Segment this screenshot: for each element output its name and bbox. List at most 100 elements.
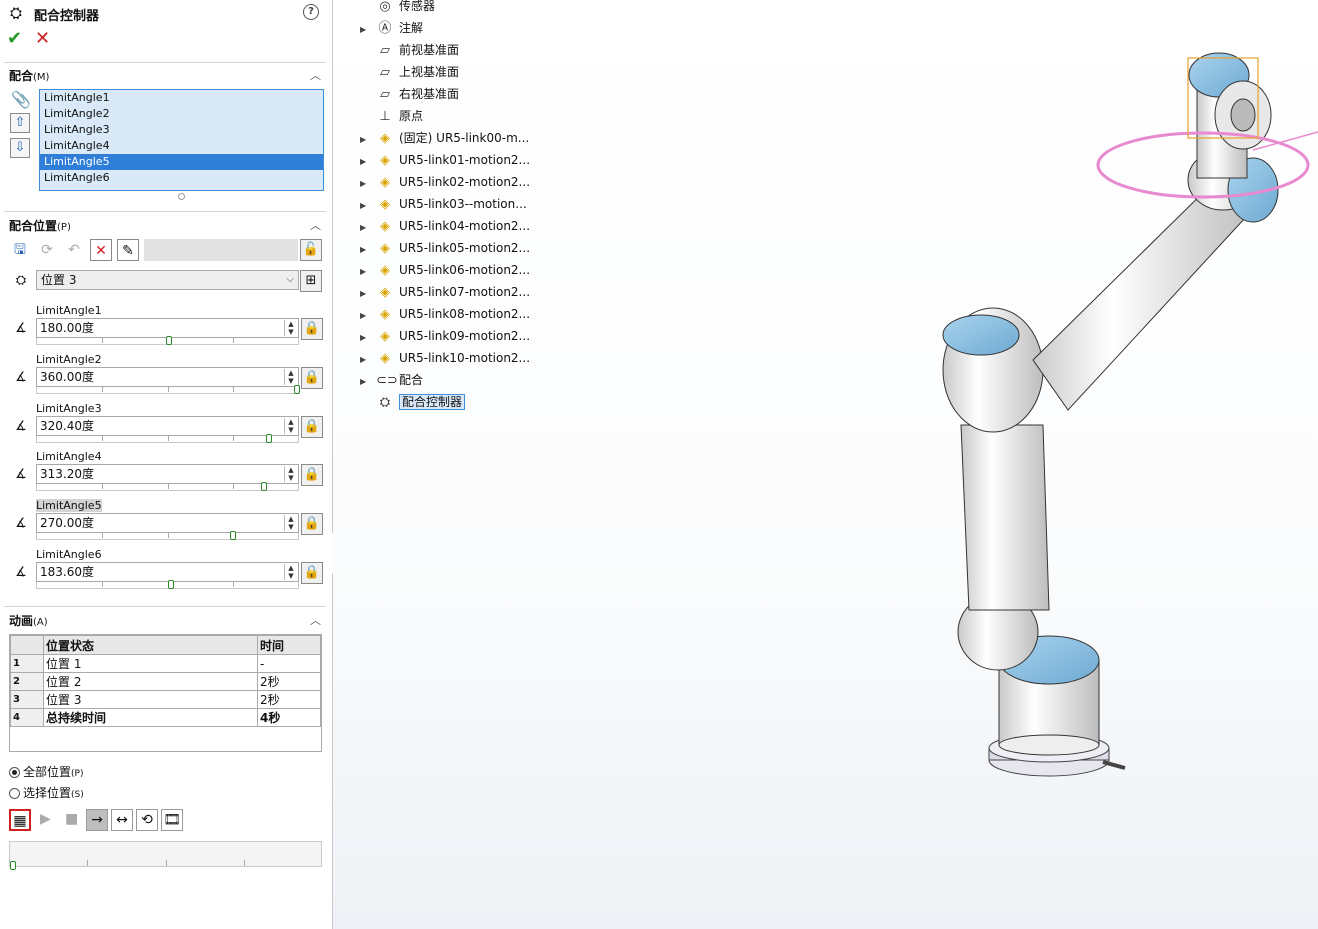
expand-triangle-icon[interactable]: ▶ <box>360 306 376 326</box>
expand-triangle-icon[interactable]: ▶ <box>360 130 376 150</box>
mate-list-item[interactable]: LimitAngle2 <box>40 106 323 122</box>
slider-thumb[interactable] <box>168 580 174 589</box>
undo-button[interactable]: ↶ <box>63 239 85 261</box>
lock-all-button[interactable]: 🔓 <box>300 239 322 261</box>
tree-item[interactable]: ▶ ◈ (固定) UR5-link00-m... <box>360 128 529 148</box>
angle-lock-button[interactable]: 🔒 <box>301 562 323 584</box>
angle-slider[interactable] <box>36 385 300 394</box>
save-animation-button[interactable]: 🎞 <box>161 809 183 831</box>
expand-triangle-icon[interactable]: ▶ <box>360 196 376 216</box>
mate-list-item[interactable]: LimitAngle1 <box>40 90 323 106</box>
tree-item[interactable]: ▶ ◈ UR5-link05-motion2... <box>360 238 530 258</box>
spinner-arrows-icon[interactable]: ▲ ▼ <box>284 418 297 434</box>
angle-slider[interactable] <box>36 336 299 345</box>
spinner-arrows-icon[interactable]: ▲ ▼ <box>284 369 297 385</box>
slider-thumb[interactable] <box>294 385 300 394</box>
radio-selected-positions[interactable]: 选择位置(S) <box>9 784 84 801</box>
x-icon[interactable]: ✕ <box>35 28 50 49</box>
angle-value-input[interactable]: 270.00度 ▲ ▼ <box>36 513 299 533</box>
angle-value-input[interactable]: 180.00度 ▲ ▼ <box>36 318 299 338</box>
mates-listbox[interactable]: LimitAngle1 LimitAngle2 LimitAngle3 LimitAn… <box>39 89 324 191</box>
checkmark-icon[interactable]: ✔ <box>7 28 22 49</box>
playback-reciprocate-button[interactable]: ↔ <box>111 809 133 831</box>
collapse-mates-icon[interactable]: ︿ <box>310 67 321 83</box>
play-button[interactable]: ▶ <box>40 811 51 827</box>
expand-triangle-icon[interactable]: ▶ <box>360 240 376 260</box>
mate-list-item[interactable]: LimitAngle6 <box>40 170 323 186</box>
position-options-button[interactable]: ⊞ <box>300 270 322 292</box>
collapse-position-icon[interactable]: ︿ <box>310 217 321 233</box>
save-position-button[interactable]: 🖫 <box>9 239 31 261</box>
tree-item[interactable]: ▶ ◈ UR5-link07-motion2... <box>360 282 530 302</box>
tree-item[interactable]: ▱ 右视基准面 <box>360 84 459 104</box>
calculate-animation-button[interactable]: ▦ <box>9 809 31 831</box>
time-cell[interactable]: 2秒 <box>257 672 321 691</box>
tree-item[interactable]: ▶ ◈ UR5-link06-motion2... <box>360 260 530 280</box>
spinner-arrows-icon[interactable]: ▲ ▼ <box>284 564 297 580</box>
tree-item[interactable]: ⊥ 原点 <box>360 106 423 126</box>
expand-triangle-icon[interactable]: ▶ <box>360 328 376 348</box>
angle-slider[interactable] <box>36 482 299 491</box>
angle-value-input[interactable]: 313.20度 ▲ ▼ <box>36 464 299 484</box>
question-circle-icon[interactable]: ? <box>303 4 319 20</box>
table-row[interactable]: 3 位置 3 2秒 <box>10 690 321 709</box>
spinner-arrows-icon[interactable]: ▲ ▼ <box>284 515 297 531</box>
stop-button[interactable]: ■ <box>65 811 78 827</box>
mates-section-header[interactable]: 配合(M) <box>9 67 49 84</box>
rename-position-button[interactable]: ✎ <box>117 239 139 261</box>
spinner-arrows-icon[interactable]: ▲ ▼ <box>284 320 297 336</box>
timeline-thumb[interactable] <box>10 861 16 870</box>
animation-section-header[interactable]: 动画(A) <box>9 612 48 629</box>
tree-item[interactable]: ▶ ◈ UR5-link10-motion2... <box>360 348 530 368</box>
mate-list-item[interactable]: LimitAngle5 <box>40 154 323 170</box>
tree-item[interactable]: ▱ 上视基准面 <box>360 62 459 82</box>
angle-lock-button[interactable]: 🔒 <box>301 464 323 486</box>
tree-item[interactable]: ▶ ◈ UR5-link08-motion2... <box>360 304 530 324</box>
position-section-header[interactable]: 配合位置(P) <box>9 217 71 234</box>
tree-item[interactable]: ▶ ◈ UR5-link03--motion... <box>360 194 527 214</box>
playback-normal-button[interactable]: → <box>86 809 108 831</box>
time-cell[interactable]: 2秒 <box>257 690 321 709</box>
expand-triangle-icon[interactable]: ▶ <box>360 284 376 304</box>
table-row[interactable]: 4 总持续时间 4秒 <box>10 708 321 727</box>
playback-loop-button[interactable]: ⟲ <box>136 809 158 831</box>
expand-triangle-icon[interactable]: ▶ <box>360 152 376 172</box>
expand-triangle-icon[interactable]: ▶ <box>360 350 376 370</box>
slider-thumb[interactable] <box>266 434 272 443</box>
slider-thumb[interactable] <box>261 482 267 491</box>
expand-triangle-icon[interactable]: ▶ <box>360 218 376 238</box>
expand-triangle-icon[interactable]: ▶ <box>360 262 376 282</box>
angle-lock-button[interactable]: 🔒 <box>301 367 323 389</box>
angle-slider[interactable] <box>36 580 299 589</box>
resize-handle-icon[interactable] <box>178 193 185 200</box>
mate-list-item[interactable]: LimitAngle3 <box>40 122 323 138</box>
angle-lock-button[interactable]: 🔒 <box>301 513 323 535</box>
slider-thumb[interactable] <box>166 336 172 345</box>
expand-triangle-icon[interactable]: ▶ <box>360 174 376 194</box>
update-position-button[interactable]: ⟳ <box>36 239 58 261</box>
angle-value-input[interactable]: 320.40度 ▲ ▼ <box>36 416 299 436</box>
move-up-button[interactable]: ⇧ <box>10 113 30 133</box>
spinner-arrows-icon[interactable]: ▲ ▼ <box>284 466 297 482</box>
expand-triangle-icon[interactable]: ▶ <box>360 372 376 392</box>
tree-item[interactable]: ▶ ⊂⊃配合 <box>360 370 423 390</box>
angle-lock-button[interactable]: 🔒 <box>301 318 323 340</box>
expand-triangle-icon[interactable]: ▶ <box>360 20 376 40</box>
tree-item[interactable]: ▶ Ⓐ 注解 <box>360 18 423 38</box>
tree-item[interactable]: ▶ ◈ UR5-link02-motion2... <box>360 172 530 192</box>
radio-all-positions[interactable]: 全部位置(P) <box>9 763 83 780</box>
time-cell[interactable]: - <box>257 654 321 673</box>
collapse-animation-icon[interactable]: ︿ <box>310 612 321 628</box>
tree-item[interactable]: ◎ 传感器 <box>360 0 435 16</box>
tree-item[interactable]: ▱ 前视基准面 <box>360 40 459 60</box>
slider-thumb[interactable] <box>230 531 236 540</box>
tree-item[interactable]: ▶ ◈ UR5-link01-motion2... <box>360 150 530 170</box>
angle-value-input[interactable]: 360.00度 ▲ ▼ <box>36 367 299 387</box>
angle-value-input[interactable]: 183.60度 ▲ ▼ <box>36 562 299 582</box>
position-name-field[interactable] <box>144 239 298 261</box>
position-select[interactable]: 位置 3 ⌵ <box>36 270 299 290</box>
angle-lock-button[interactable]: 🔒 <box>301 416 323 438</box>
mate-list-item[interactable]: LimitAngle4 <box>40 138 323 154</box>
time-cell[interactable]: 4秒 <box>257 708 321 727</box>
table-row[interactable]: 1 位置 1 - <box>10 654 321 673</box>
